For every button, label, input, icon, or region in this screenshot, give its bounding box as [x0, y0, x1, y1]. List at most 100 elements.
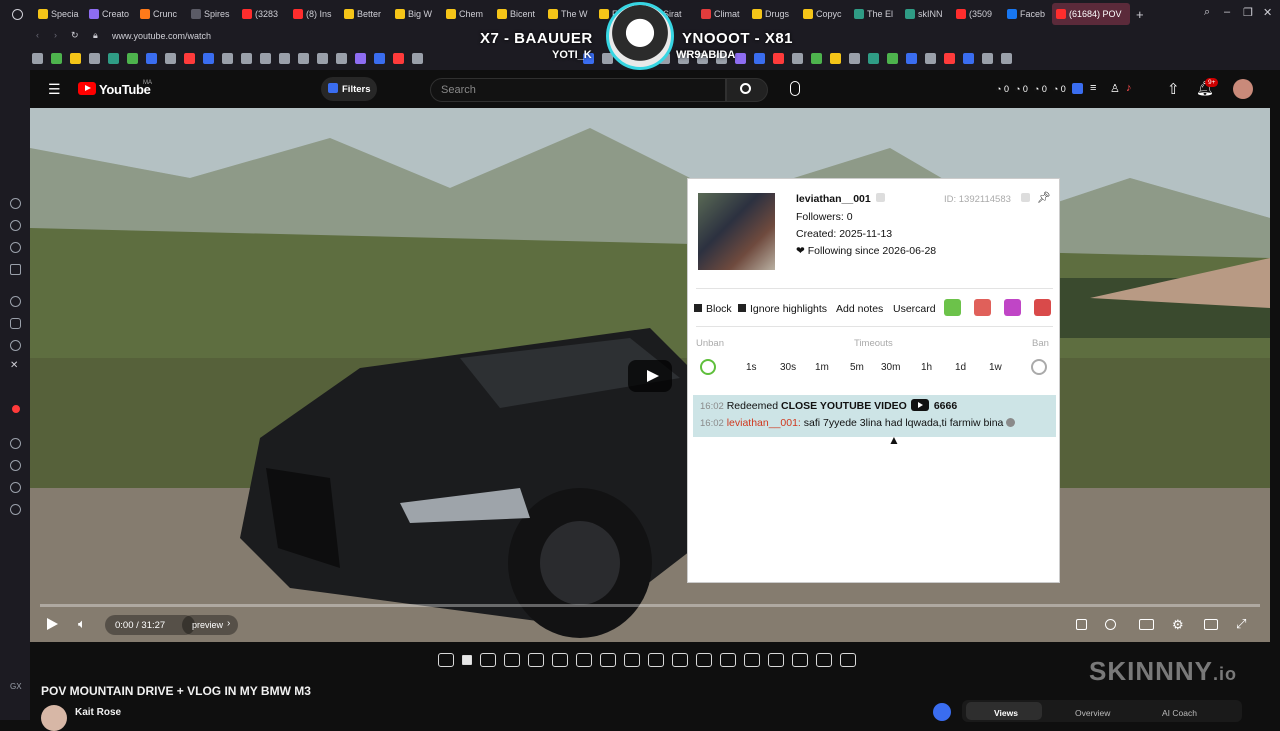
screen-icon[interactable] [552, 653, 568, 667]
close-window-icon[interactable]: ✕ [1263, 6, 1272, 19]
loop-icon[interactable] [438, 653, 454, 667]
extension-icon[interactable] [849, 52, 860, 64]
browser-tab[interactable]: The El [850, 3, 899, 25]
play-icon[interactable] [47, 618, 58, 630]
extension-icon[interactable] [165, 52, 176, 64]
alert-icon[interactable]: ♪ [1126, 82, 1132, 94]
message-username[interactable]: leviathan__001: [727, 417, 801, 429]
extension-icon[interactable] [925, 52, 936, 64]
timeout-1h-button[interactable]: 1h [921, 362, 932, 373]
extension-icon[interactable] [146, 52, 157, 64]
extension-icon[interactable] [754, 52, 765, 64]
timeout-1m-button[interactable]: 1m [815, 362, 829, 373]
extension-icon[interactable] [127, 52, 138, 64]
subtitles-icon[interactable] [576, 653, 592, 667]
copy-id-icon[interactable] [1021, 193, 1030, 202]
browser-tab[interactable]: The W [544, 3, 593, 25]
new-tab-icon[interactable]: + [1136, 7, 1144, 22]
miniplayer-icon[interactable] [1204, 619, 1218, 630]
sidebar-tiktok-icon[interactable] [10, 340, 21, 351]
timeout-1s-button[interactable]: 1s [746, 362, 757, 373]
extension-icon[interactable] [830, 52, 841, 64]
tab-active-youtube[interactable]: (61684) POV [1052, 3, 1130, 25]
minimize-icon[interactable]: – [1224, 6, 1230, 18]
timeout-30m-button[interactable]: 30m [881, 362, 900, 373]
sidebar-home-icon[interactable] [10, 198, 21, 209]
extension-icon[interactable] [944, 52, 955, 64]
browser-tab[interactable]: Faceb [1003, 3, 1052, 25]
list-icon[interactable]: ≡ [1090, 82, 1096, 94]
extension-icon[interactable] [51, 52, 62, 64]
restore-icon[interactable]: ❐ [1243, 6, 1253, 19]
iq-panel-icon[interactable] [933, 703, 951, 721]
ban-icon[interactable] [1031, 359, 1047, 375]
extension-icon[interactable] [773, 52, 784, 64]
extension-icon[interactable] [906, 52, 917, 64]
browser-menu-icon[interactable] [0, 3, 34, 25]
extension-icon[interactable] [222, 52, 233, 64]
extension-icon[interactable] [963, 52, 974, 64]
browser-tab[interactable]: Creato [85, 3, 134, 25]
search-button[interactable] [726, 78, 768, 102]
upload-icon[interactable]: ⇧ [1167, 80, 1180, 98]
gear-icon[interactable] [840, 653, 856, 667]
fullscreen-icon[interactable]: ⤢ [1236, 616, 1246, 632]
extension-icon[interactable] [279, 52, 290, 64]
sidebar-gx-icon[interactable]: GX [10, 682, 22, 691]
sidebar-extensions-icon[interactable] [10, 482, 21, 493]
extension-icon[interactable] [393, 52, 404, 64]
search-input[interactable]: Search [430, 78, 726, 102]
captions-icon[interactable] [1139, 619, 1154, 630]
volume-icon[interactable]: 🔈︎ [78, 616, 86, 632]
cinema-icon[interactable] [504, 653, 520, 667]
sidebar-ai-icon[interactable] [10, 220, 21, 231]
browser-tab[interactable]: Spires [187, 3, 236, 25]
stop-icon[interactable] [462, 655, 472, 665]
extension-icon[interactable] [89, 52, 100, 64]
account-avatar[interactable] [1233, 79, 1253, 99]
settings-gear-icon[interactable]: ⚙ [1172, 617, 1184, 633]
heart-badge-icon[interactable] [1034, 299, 1051, 316]
copy-username-icon[interactable] [876, 193, 885, 202]
trophy-icon[interactable]: ♙ [1110, 82, 1120, 95]
add-icon[interactable] [672, 653, 688, 667]
rows-icon[interactable] [720, 653, 736, 667]
browser-tab[interactable]: Bicent [493, 3, 542, 25]
video-player[interactable] [30, 108, 1270, 642]
sidebar-youtube-icon[interactable] [12, 405, 20, 413]
timeout-5m-button[interactable]: 5m [850, 362, 864, 373]
sidebar-notes-icon[interactable] [10, 242, 21, 253]
url-field[interactable]: www.youtube.com/watch [112, 31, 211, 41]
extension-icon[interactable] [298, 52, 309, 64]
sidebar-x-icon[interactable]: ✕ [10, 360, 18, 371]
speedometer-icon[interactable] [624, 653, 640, 667]
keyboard-icon[interactable] [768, 653, 784, 667]
sidebar-gear-icon[interactable] [10, 504, 21, 515]
lab-icon[interactable] [816, 653, 832, 667]
tab-ai-coach[interactable]: AI Coach [1162, 708, 1197, 718]
extension-icon[interactable] [1001, 52, 1012, 64]
split-icon[interactable] [696, 653, 712, 667]
hamburger-menu-icon[interactable]: ☰ [48, 81, 61, 98]
browser-tab[interactable]: Chem [442, 3, 491, 25]
speed-icon[interactable] [600, 653, 616, 667]
pin-icon[interactable]: 📌︎ [1037, 191, 1051, 204]
ignore-highlights-action[interactable]: Ignore highlights [738, 303, 827, 315]
browser-tab[interactable]: (3509 [952, 3, 1001, 25]
timeout-1w-button[interactable]: 1w [989, 362, 1002, 373]
sidebar-settings-icon[interactable] [10, 296, 21, 307]
extension-iq-icon[interactable] [1072, 83, 1083, 94]
camera-icon[interactable] [744, 653, 760, 667]
unban-icon[interactable] [700, 359, 716, 375]
extension-icon[interactable] [811, 52, 822, 64]
browser-tab[interactable]: (3283 [238, 3, 287, 25]
tab-views[interactable]: Views [994, 708, 1018, 718]
browser-tab[interactable]: Drugs [748, 3, 797, 25]
sidebar-history-icon[interactable] [10, 460, 21, 471]
browser-tab[interactable]: (8) Ins [289, 3, 338, 25]
browser-tab[interactable]: Big W [391, 3, 440, 25]
code-icon[interactable] [792, 653, 808, 667]
browser-tab[interactable]: Crunc [136, 3, 185, 25]
forward-icon[interactable]: › [54, 30, 57, 40]
extension-icon[interactable] [32, 52, 43, 64]
